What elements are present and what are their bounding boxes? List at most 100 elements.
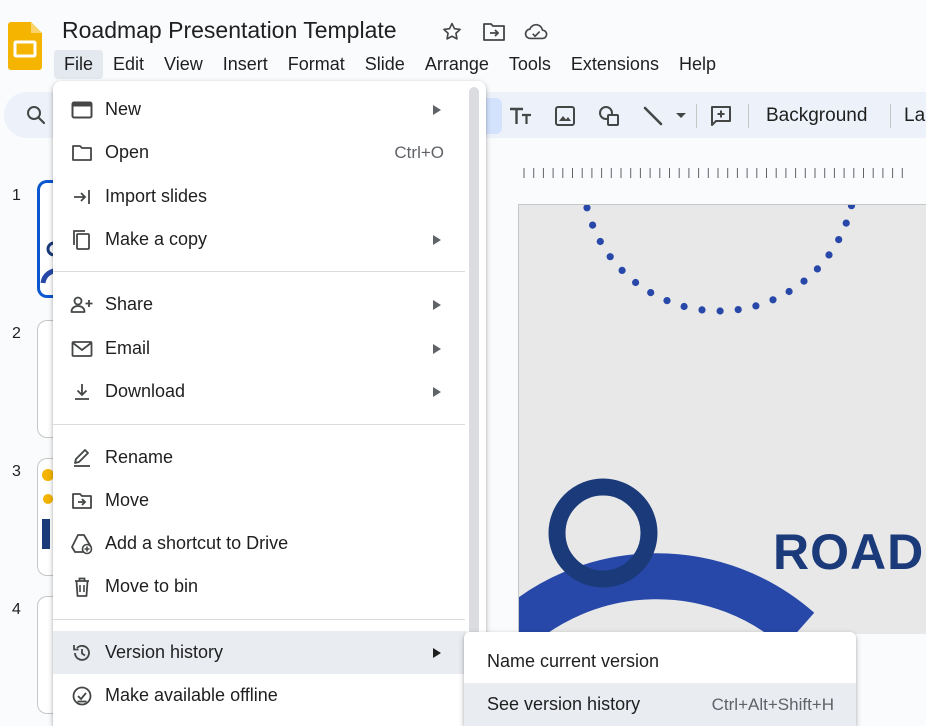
slide-number: 4: [12, 601, 21, 618]
shape-icon[interactable]: [596, 103, 622, 129]
menu-help[interactable]: Help: [669, 50, 726, 79]
submenu-arrow-icon: [433, 104, 441, 115]
add-comment-icon[interactable]: [708, 103, 734, 129]
submenu-arrow-icon: [433, 647, 441, 658]
menu-item-label: Add a shortcut to Drive: [105, 533, 289, 553]
star-icon[interactable]: [440, 20, 464, 44]
submenu-arrow-icon: [433, 299, 441, 310]
menu-divider: [53, 619, 465, 620]
slide-canvas[interactable]: ROAD: [518, 204, 926, 634]
menu-item-label: Version history: [105, 642, 224, 662]
arc-dot: [835, 236, 843, 244]
menu-item-name-current-version[interactable]: Name current version: [464, 640, 856, 683]
arc-dot: [632, 278, 640, 287]
menu-item-import-slides[interactable]: Import slides: [53, 175, 466, 218]
menu-item-email[interactable]: Email: [53, 327, 466, 370]
background-button[interactable]: Background: [766, 105, 867, 127]
menu-item-move-to-bin[interactable]: Move to bin: [53, 565, 466, 608]
menu-insert[interactable]: Insert: [213, 50, 278, 79]
arc-dot: [583, 205, 591, 212]
horizontal-ruler: [520, 166, 926, 180]
menu-item-label: Open: [105, 142, 150, 162]
menu-format[interactable]: Format: [278, 50, 355, 79]
document-title[interactable]: Roadmap Presentation Template: [62, 17, 397, 44]
line-dropdown-icon[interactable]: [674, 103, 688, 129]
layout-button[interactable]: La: [904, 105, 925, 127]
menu-item-label: Name current version: [487, 651, 660, 671]
arc-dot: [785, 287, 793, 296]
arc-dot: [596, 237, 604, 246]
arc-dot: [647, 289, 655, 297]
arc-dot: [813, 265, 821, 273]
menu-item-label: Move: [105, 490, 150, 510]
folder-icon: [70, 141, 94, 165]
menu-file[interactable]: File: [54, 49, 104, 79]
menu-item-label: Download: [105, 381, 186, 401]
arc-dot: [698, 306, 706, 314]
menu-item-download[interactable]: Download: [53, 370, 466, 413]
rename-icon: [70, 446, 94, 470]
arc-dot: [663, 297, 671, 305]
move-folder-icon[interactable]: [482, 20, 506, 44]
menu-view[interactable]: View: [154, 50, 213, 79]
arc-dot: [825, 251, 833, 259]
submenu-arrow-icon: [433, 343, 441, 354]
slide-number: 3: [12, 463, 21, 480]
menu-scrollbar[interactable]: [469, 87, 479, 726]
insert-image-icon[interactable]: [552, 103, 578, 129]
menu-item-label: See version history: [487, 694, 641, 714]
shortcut-label: Ctrl+O: [394, 142, 444, 162]
arc-dot: [752, 302, 760, 310]
arc-dot: [618, 266, 626, 274]
version-history-submenu: Name current version See version history…: [464, 632, 856, 726]
menu-item-label: Rename: [105, 447, 174, 467]
file-menu: New Open Ctrl+O Import slides Make a cop…: [53, 81, 486, 726]
menu-tools[interactable]: Tools: [499, 50, 561, 79]
blue-arc-shape: [519, 553, 815, 634]
copy-icon: [70, 228, 94, 252]
menu-item-version-history[interactable]: Version history: [53, 631, 466, 674]
menu-item-label: Make a copy: [105, 229, 208, 249]
menu-item-open[interactable]: Open Ctrl+O: [53, 131, 466, 174]
menu-item-label: New: [105, 99, 142, 119]
slide-number: 1: [12, 187, 21, 204]
toolbar-divider: [890, 104, 891, 128]
menu-item-offline[interactable]: Make available offline: [53, 674, 466, 717]
dotted-arc-decoration: [583, 205, 856, 315]
menu-item-add-shortcut[interactable]: Add a shortcut to Drive: [53, 522, 466, 565]
arc-dot: [734, 306, 742, 314]
slide-number: 2: [12, 325, 21, 342]
move-folder-icon: [70, 489, 94, 513]
submenu-arrow-icon: [433, 234, 441, 245]
toolbar-divider: [696, 104, 697, 128]
menu-slide[interactable]: Slide: [355, 50, 415, 79]
history-icon: [70, 641, 94, 665]
menubar: File Edit View Insert Format Slide Arran…: [54, 49, 726, 79]
line-icon[interactable]: [640, 103, 666, 129]
menu-item-move[interactable]: Move: [53, 479, 466, 522]
menu-item-make-copy[interactable]: Make a copy: [53, 218, 466, 261]
menu-edit[interactable]: Edit: [103, 50, 154, 79]
offline-icon: [70, 684, 94, 708]
search-menus-icon[interactable]: [24, 103, 48, 127]
menu-item-rename[interactable]: Rename: [53, 436, 466, 479]
cloud-saved-icon[interactable]: [524, 20, 548, 44]
arc-dot: [606, 253, 614, 261]
text-box-icon[interactable]: [508, 103, 534, 129]
arc-dot: [842, 219, 850, 227]
menu-item-label: Share: [105, 294, 154, 314]
slides-logo-icon[interactable]: [8, 22, 42, 70]
person-add-icon: [70, 293, 94, 317]
menu-item-share[interactable]: Share: [53, 283, 466, 326]
arc-dot: [589, 221, 597, 229]
download-icon: [70, 380, 94, 404]
menu-item-new[interactable]: New: [53, 88, 466, 131]
drive-shortcut-icon: [70, 532, 94, 556]
menu-arrange[interactable]: Arrange: [415, 50, 499, 79]
menu-item-label: Make available offline: [105, 685, 278, 705]
slide-title-text[interactable]: ROAD: [773, 523, 924, 581]
menu-extensions[interactable]: Extensions: [561, 50, 669, 79]
menu-item-label: Move to bin: [105, 576, 199, 596]
mail-icon: [70, 337, 94, 361]
menu-item-see-version-history[interactable]: See version history Ctrl+Alt+Shift+H: [464, 683, 856, 726]
